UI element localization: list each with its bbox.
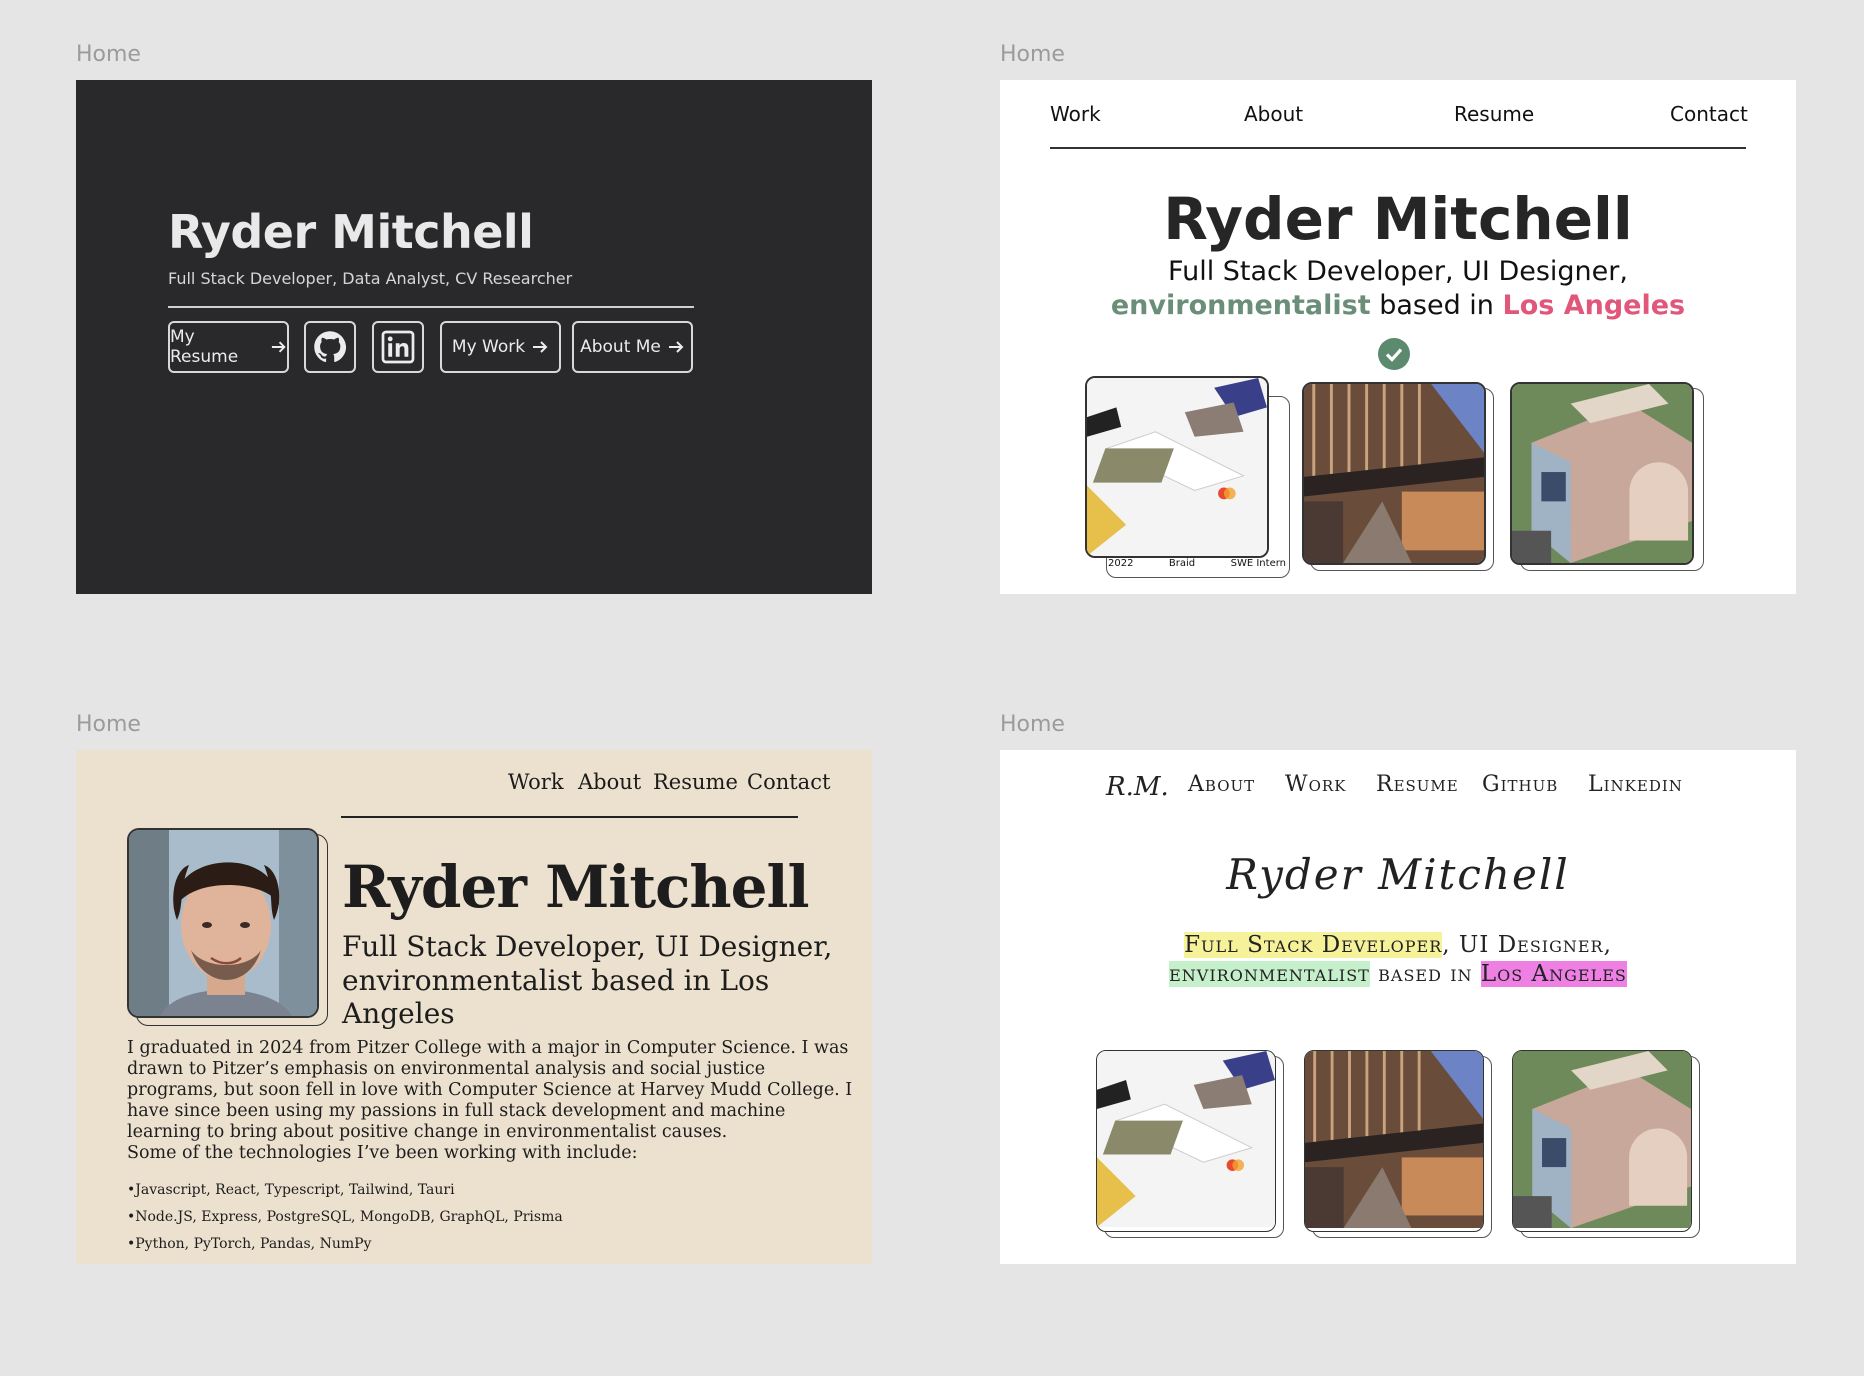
card-meta: 2022 Braid SWE Intern — [1108, 558, 1286, 569]
hero-subtitle: Full Stack Developer, Data Analyst, CV R… — [168, 269, 573, 288]
light-home-frame[interactable]: Work About Resume Contact Ryder Mitchell… — [1000, 80, 1796, 594]
text: based in — [1370, 290, 1503, 321]
text: based in — [1369, 961, 1481, 987]
hero-name: Ryder Mitchell — [1163, 185, 1633, 253]
bio-paragraph: I graduated in 2024 from Pitzer College … — [127, 1038, 853, 1142]
about-me-button[interactable]: About Me — [572, 321, 693, 373]
highlight-environmentalist: environmentalist — [1169, 961, 1370, 987]
frame-label: Home — [1000, 712, 1065, 737]
tech-list: •Javascript, React, Typescript, Tailwind… — [127, 1182, 563, 1263]
project-thumbnail — [1305, 1051, 1483, 1229]
hero-location-line: environmentalist based in Los Angeles — [1000, 290, 1796, 321]
project-card-braid[interactable] — [1096, 1050, 1276, 1232]
project-card-braid[interactable] — [1085, 376, 1269, 558]
nav-contact[interactable]: Contact — [1670, 102, 1748, 126]
arrow-right-icon — [533, 341, 548, 353]
arrow-right-icon — [271, 341, 286, 353]
project-card-building[interactable] — [1304, 1050, 1484, 1232]
project-card-building[interactable] — [1302, 382, 1486, 565]
highlight-los-angeles: Los Angeles — [1480, 961, 1627, 987]
github-icon — [314, 331, 347, 363]
list-item: •Javascript, React, Typescript, Tailwind… — [127, 1182, 455, 1198]
highlight-los-angeles: Los Angeles — [1502, 290, 1686, 321]
frame-label: Home — [76, 42, 141, 67]
highlight-environmentalist: environmentalist — [1110, 290, 1371, 321]
project-card-aerial[interactable] — [1510, 382, 1694, 565]
avatar — [127, 828, 319, 1018]
nav-about[interactable]: About — [578, 770, 641, 794]
my-work-button[interactable]: My Work — [440, 321, 561, 373]
project-card-aerial[interactable] — [1512, 1050, 1692, 1232]
card-role: SWE Intern — [1230, 558, 1286, 569]
nav-contact[interactable]: Contact — [747, 770, 830, 794]
nav-divider — [1050, 147, 1746, 149]
nav-resume[interactable]: Resume — [1454, 102, 1534, 126]
hero-role-line: Full Stack Developer, UI Designer, — [1000, 932, 1796, 958]
button-label: My Work — [451, 337, 526, 357]
arrow-right-icon — [668, 341, 684, 353]
nav-resume[interactable]: Resume — [653, 770, 738, 794]
text: , UI Designer, — [1442, 932, 1612, 958]
list-item: •Node.JS, Express, PostgreSQL, MongoDB, … — [127, 1209, 563, 1225]
project-thumbnail — [1512, 384, 1692, 563]
project-thumbnail — [1097, 1051, 1275, 1228]
project-thumbnail — [1087, 378, 1267, 556]
nav-resume[interactable]: Resume — [1376, 772, 1459, 797]
check-circle-icon — [1378, 338, 1410, 370]
bio: I graduated in 2024 from Pitzer College … — [127, 1038, 857, 1164]
frame-label: Home — [1000, 42, 1065, 67]
serif-home-frame[interactable]: Work About Resume Contact Ryder Mitchell… — [76, 750, 872, 1264]
button-label: My Resume — [170, 327, 239, 367]
profile-photo — [129, 830, 317, 1016]
nav-github[interactable]: Github — [1482, 772, 1558, 797]
bio-tech-intro: Some of the technologies I’ve been worki… — [127, 1143, 638, 1163]
nav-about[interactable]: About — [1188, 772, 1255, 797]
nav-linkedin[interactable]: Linkedin — [1588, 772, 1683, 797]
card-company: Braid — [1168, 558, 1196, 569]
hero-location-line: environmentalist based in Los Angeles — [1000, 961, 1796, 987]
dark-home-frame[interactable]: Ryder Mitchell Full Stack Developer, Dat… — [76, 80, 872, 594]
hero-role-line: Full Stack Developer, UI Designer, — [342, 930, 833, 963]
button-label: About Me — [580, 337, 661, 357]
frame-label: Home — [76, 712, 141, 737]
nav-divider — [341, 816, 798, 818]
divider — [168, 306, 694, 308]
highlight-full-stack: Full Stack Developer — [1184, 932, 1443, 958]
hero-name: Ryder Mitchell — [1226, 850, 1570, 899]
linkedin-icon — [381, 330, 415, 364]
nav-about[interactable]: About — [1244, 102, 1303, 126]
project-thumbnail — [1513, 1051, 1691, 1229]
script-home-frame[interactable]: R.M. About Work Resume Github Linkedin R… — [1000, 750, 1796, 1264]
card-year: 2022 — [1108, 558, 1134, 569]
hero-role-line: Full Stack Developer, UI Designer, — [1168, 256, 1628, 287]
nav-work[interactable]: Work — [508, 770, 564, 794]
nav-work[interactable]: Work — [1050, 102, 1101, 126]
project-thumbnail — [1304, 384, 1484, 563]
nav-work[interactable]: Work — [1285, 772, 1346, 797]
github-button[interactable] — [304, 321, 356, 373]
hero-name: Ryder Mitchell — [342, 853, 810, 921]
hero-location-line: environmentalist based in Los Angeles — [342, 964, 770, 1030]
linkedin-button[interactable] — [372, 321, 424, 373]
my-resume-button[interactable]: My Resume — [168, 321, 289, 373]
list-item: •Python, PyTorch, Pandas, NumPy — [127, 1236, 372, 1252]
monogram-logo[interactable]: R.M. — [1106, 772, 1169, 802]
hero-name: Ryder Mitchell — [168, 205, 534, 259]
